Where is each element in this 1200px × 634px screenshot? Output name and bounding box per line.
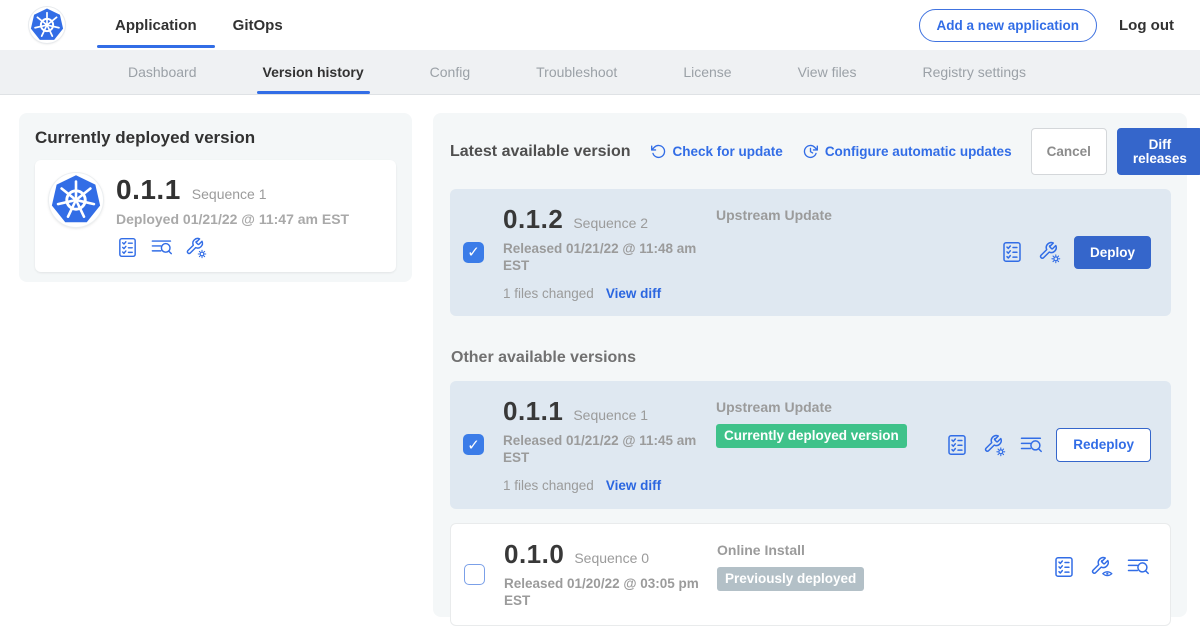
version-source: Upstream Update Currently deployed versi… — [716, 396, 945, 448]
app-sub-nav: Dashboard Version history Config Trouble… — [0, 50, 1200, 95]
sequence-label: Sequence 0 — [574, 550, 649, 566]
subnav-license[interactable]: License — [683, 50, 731, 94]
add-new-application-button[interactable]: Add a new application — [919, 9, 1098, 42]
view-diff-link[interactable]: View diff — [606, 286, 661, 301]
subnav-troubleshoot[interactable]: Troubleshoot — [536, 50, 617, 94]
released-timestamp: Released 01/21/22 @ 11:48 am EST — [503, 241, 699, 275]
previously-deployed-badge: Previously deployed — [717, 567, 864, 591]
preflight-checklist-icon[interactable] — [1000, 240, 1024, 264]
clock-refresh-icon — [802, 143, 819, 160]
released-timestamp: Released 01/20/22 @ 03:05 pm EST — [504, 576, 700, 610]
top-nav: Application GitOps Add a new application… — [0, 0, 1200, 50]
version-row-0-1-1: 0.1.1 Sequence 1 Released 01/21/22 @ 11:… — [450, 381, 1171, 509]
subnav-view-files[interactable]: View files — [798, 50, 857, 94]
kubernetes-app-icon — [49, 173, 103, 227]
currently-deployed-title: Currently deployed version — [35, 128, 396, 148]
version-number: 0.1.0 — [504, 539, 564, 570]
version-source: Online Install Previously deployed — [717, 539, 1052, 591]
view-diff-link[interactable]: View diff — [606, 478, 661, 493]
files-changed-label: 1 files changed — [503, 478, 594, 493]
version-info: 0.1.0 Sequence 0 Released 01/20/22 @ 03:… — [504, 539, 717, 610]
deploy-button[interactable]: Deploy — [1074, 236, 1151, 270]
header-actions: Cancel Diff releases — [1031, 128, 1200, 175]
cancel-button[interactable]: Cancel — [1031, 128, 1107, 175]
preflight-checklist-icon[interactable] — [116, 236, 139, 259]
version-actions — [1052, 555, 1150, 579]
version-number: 0.1.2 — [503, 204, 563, 235]
version-actions: Deploy — [1000, 236, 1151, 270]
version-info: 0.1.2 Sequence 2 Released 01/21/22 @ 11:… — [503, 204, 716, 301]
deploy-logs-icon[interactable] — [150, 236, 173, 259]
subnav-config[interactable]: Config — [430, 50, 470, 94]
sequence-label: Sequence 1 — [573, 407, 648, 423]
view-config-wrench-icon[interactable] — [1089, 555, 1113, 579]
deployed-timestamp: Deployed 01/21/22 @ 11:47 am EST — [116, 211, 349, 227]
diff-releases-button[interactable]: Diff releases — [1117, 128, 1200, 175]
source-label: Upstream Update — [716, 207, 1000, 223]
edit-config-wrench-icon[interactable] — [1037, 240, 1061, 264]
subnav-registry-settings[interactable]: Registry settings — [922, 50, 1025, 94]
files-changed-label: 1 files changed — [503, 286, 594, 301]
deployed-sequence-label: Sequence 1 — [192, 186, 267, 202]
other-versions-title: Other available versions — [451, 349, 1171, 367]
deployed-version-number: 0.1.1 — [116, 174, 181, 206]
version-history-panel: Latest available version Check for updat… — [433, 113, 1187, 617]
preflight-checklist-icon[interactable] — [1052, 555, 1076, 579]
version-actions: Redeploy — [945, 428, 1151, 462]
logout-button[interactable]: Log out — [1119, 17, 1174, 34]
deploy-logs-icon[interactable] — [1126, 555, 1150, 579]
deploy-logs-icon[interactable] — [1019, 433, 1043, 457]
configure-automatic-updates-link[interactable]: Configure automatic updates — [802, 143, 1012, 160]
refresh-icon — [650, 143, 667, 160]
kubernetes-logo — [29, 7, 65, 43]
currently-deployed-badge: Currently deployed version — [716, 424, 907, 448]
configure-automatic-updates-label: Configure automatic updates — [825, 144, 1012, 159]
check-for-update-label: Check for update — [673, 144, 783, 159]
latest-version-header: Latest available version Check for updat… — [450, 128, 1171, 175]
version-checkbox[interactable] — [463, 434, 484, 455]
deployed-card-body: 0.1.1 Sequence 1 Deployed 01/21/22 @ 11:… — [116, 173, 349, 259]
released-timestamp: Released 01/21/22 @ 11:45 am EST — [503, 433, 699, 467]
version-source: Upstream Update — [716, 204, 1000, 223]
tab-gitops[interactable]: GitOps — [215, 0, 301, 50]
subnav-version-history[interactable]: Version history — [263, 50, 364, 94]
version-info: 0.1.1 Sequence 1 Released 01/21/22 @ 11:… — [503, 396, 716, 493]
version-checkbox[interactable] — [463, 242, 484, 263]
source-label: Upstream Update — [716, 399, 945, 415]
edit-config-wrench-icon[interactable] — [982, 433, 1006, 457]
version-row-0-1-2: 0.1.2 Sequence 2 Released 01/21/22 @ 11:… — [450, 189, 1171, 316]
preflight-checklist-icon[interactable] — [945, 433, 969, 457]
version-number: 0.1.1 — [503, 396, 563, 427]
tab-application[interactable]: Application — [97, 0, 215, 50]
redeploy-button[interactable]: Redeploy — [1056, 428, 1151, 462]
currently-deployed-panel: Currently deployed version 0.1.1 Sequenc… — [19, 113, 412, 282]
subnav-dashboard[interactable]: Dashboard — [128, 50, 197, 94]
latest-version-title: Latest available version — [450, 143, 631, 161]
version-checkbox[interactable] — [464, 564, 485, 585]
version-row-0-1-0: 0.1.0 Sequence 0 Released 01/20/22 @ 03:… — [450, 523, 1171, 626]
topnav-tabs: Application GitOps — [97, 0, 301, 50]
sequence-label: Sequence 2 — [573, 215, 648, 231]
check-for-update-link[interactable]: Check for update — [650, 143, 783, 160]
deployed-version-card: 0.1.1 Sequence 1 Deployed 01/21/22 @ 11:… — [35, 160, 396, 272]
deployed-card-actions — [116, 236, 349, 259]
source-label: Online Install — [717, 542, 1052, 558]
topnav-right: Add a new application Log out — [919, 9, 1200, 42]
edit-config-wrench-icon[interactable] — [184, 236, 207, 259]
